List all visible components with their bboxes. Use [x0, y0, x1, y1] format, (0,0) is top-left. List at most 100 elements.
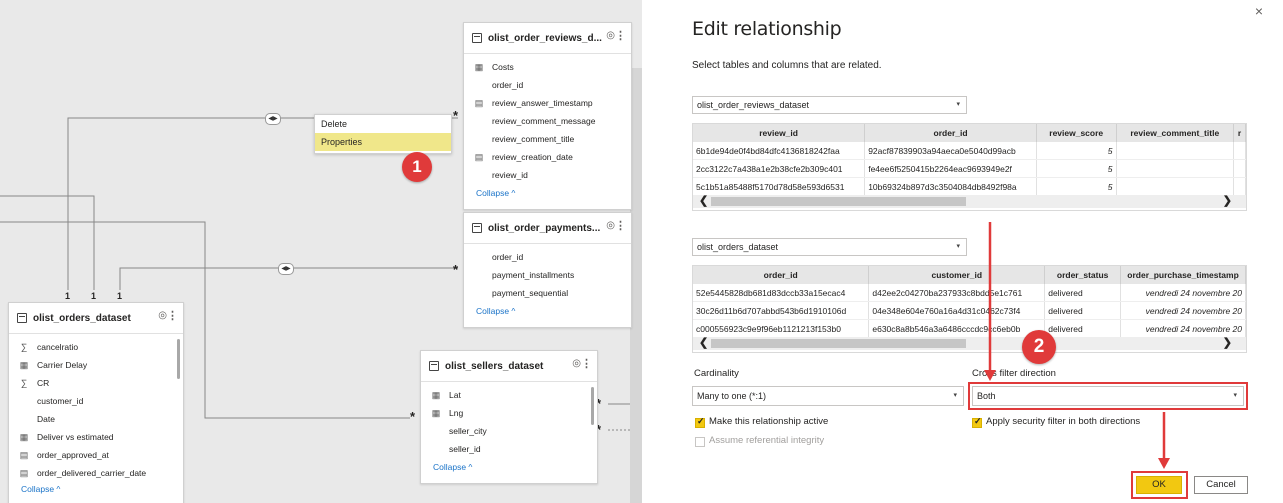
field-item[interactable]: ·review_id — [464, 166, 631, 184]
field-label: order_id — [492, 80, 524, 90]
cardinality-many-marker: * — [453, 262, 459, 277]
model-canvas[interactable]: ◀▶ ◀▶ * * * * * 1 1 1 olist_order_review… — [0, 0, 642, 503]
field-item[interactable]: ▦ Costs — [464, 58, 631, 76]
table-icon — [17, 313, 27, 323]
table-icon — [472, 223, 482, 233]
field-label: seller_city — [449, 426, 487, 436]
field-item[interactable]: ·payment_sequential — [464, 284, 631, 302]
field-item[interactable]: ▤ review_answer_timestamp — [464, 94, 631, 112]
field-label: review_comment_title — [492, 134, 575, 144]
field-label: Costs — [492, 62, 514, 72]
table-name: olist_order_reviews_d... — [488, 32, 602, 44]
field-item[interactable]: ▦ Deliver vs estimated — [9, 428, 183, 446]
table-icon — [472, 33, 482, 43]
table-name: olist_order_payments... — [488, 222, 601, 234]
table-icon: ▦ — [431, 407, 441, 418]
field-item[interactable]: ▦ Carrier Delay — [9, 356, 183, 374]
field-label: customer_id — [37, 396, 84, 406]
field-item[interactable]: ▤ order_approved_at — [9, 446, 183, 464]
sigma-icon: ∑ — [20, 342, 28, 352]
field-list: ∑ cancelratio ▦ Carrier Delay ∑ CR ·customer_i… — [9, 334, 183, 482]
sigma-icon: ∑ — [20, 378, 28, 388]
table-card-payments[interactable]: olist_order_payments... ◎ ⋮ ·order_id·pa… — [463, 212, 632, 328]
field-item[interactable]: ·Date — [9, 410, 183, 428]
cardinality-one-marker: 1 — [91, 291, 97, 301]
field-list: ▦ Lat ▦ Lng ·seller_city·seller_id — [421, 382, 597, 458]
relationship-line-other — [0, 195, 95, 290]
field-list: ·order_id·payment_installments·payment_s… — [464, 244, 631, 302]
collapse-link[interactable]: Collapse ^ — [9, 484, 183, 494]
crossfilter-both-icon[interactable]: ◀▶ — [278, 263, 294, 275]
collapse-link[interactable]: Collapse ^ — [421, 462, 597, 472]
table-icon: ▦ — [19, 431, 29, 442]
annotation-arrows — [984, 222, 1170, 469]
context-menu: Delete Properties — [314, 114, 452, 154]
field-label: order_id — [492, 252, 524, 262]
field-label: payment_sequential — [492, 288, 569, 298]
visibility-icon[interactable]: ◎ — [158, 310, 167, 321]
table-name: olist_orders_dataset — [33, 312, 131, 324]
field-label: Deliver vs estimated — [37, 432, 114, 442]
field-item[interactable]: ·review_comment_message — [464, 112, 631, 130]
field-item[interactable]: ·payment_installments — [464, 266, 631, 284]
collapse-link[interactable]: Collapse ^ — [464, 188, 631, 198]
field-label: review_id — [492, 170, 528, 180]
annotation-badge-1: 1 — [402, 152, 432, 182]
edit-relationship-dialog: Edit relationship Select tables and colu… — [642, 0, 1283, 503]
calendar-icon: ▤ — [19, 467, 29, 478]
more-options-icon[interactable]: ⋮ — [581, 357, 592, 370]
collapse-link[interactable]: Collapse ^ — [464, 306, 631, 316]
more-options-icon[interactable]: ⋮ — [615, 219, 626, 232]
table-card-reviews[interactable]: olist_order_reviews_d... ◎ ⋮ ▦ Costs ·orde… — [463, 22, 632, 210]
field-label: payment_installments — [492, 270, 575, 280]
menu-item-properties[interactable]: Properties — [315, 133, 451, 151]
calendar-icon: ▤ — [474, 151, 484, 162]
field-item[interactable]: ·seller_city — [421, 422, 597, 440]
more-options-icon[interactable]: ⋮ — [615, 29, 626, 42]
calendar-icon: ▤ — [19, 449, 29, 460]
field-item[interactable]: ∑ CR — [9, 374, 183, 392]
visibility-icon[interactable]: ◎ — [606, 220, 615, 231]
calendar-icon: ▤ — [474, 97, 484, 108]
field-label: Date — [37, 414, 55, 424]
field-item[interactable]: ·seller_id — [421, 440, 597, 458]
field-item[interactable]: ·review_comment_title — [464, 130, 631, 148]
annotation-badge-2: 2 — [1022, 330, 1056, 364]
field-item[interactable]: ▤ order_delivered_carrier_date — [9, 464, 183, 482]
field-item[interactable]: ·order_id — [464, 248, 631, 266]
field-scrollbar[interactable] — [591, 387, 594, 425]
visibility-icon[interactable]: ◎ — [572, 358, 581, 369]
field-label: CR — [37, 378, 50, 388]
field-label: review_answer_timestamp — [492, 98, 593, 108]
more-options-icon[interactable]: ⋮ — [167, 309, 178, 322]
crossfilter-both-icon[interactable]: ◀▶ — [265, 113, 281, 125]
table-icon — [429, 361, 439, 371]
field-label: order_delivered_carrier_date — [37, 468, 147, 478]
field-label: review_comment_message — [492, 116, 596, 126]
table-card-sellers[interactable]: olist_sellers_dataset ◎ ⋮ ▦ Lat ▦ Lng ·selle… — [420, 350, 598, 484]
table-card-orders[interactable]: olist_orders_dataset ◎ ⋮ ∑ cancelratio ▦ Ca… — [8, 302, 184, 503]
table-icon: ▦ — [431, 389, 441, 400]
menu-item-delete[interactable]: Delete — [315, 115, 451, 133]
field-item[interactable]: ▤ review_creation_date — [464, 148, 631, 166]
visibility-icon[interactable]: ◎ — [606, 30, 615, 41]
cardinality-many-marker: * — [410, 409, 416, 424]
field-item[interactable]: ∑ cancelratio — [9, 338, 183, 356]
field-label: Lat — [449, 390, 461, 400]
cardinality-many-marker: * — [453, 108, 459, 123]
table-name: olist_sellers_dataset — [445, 360, 544, 372]
table-icon: ▦ — [19, 359, 29, 370]
field-list: ▦ Costs ·order_id ▤ review_answer_timestamp ·… — [464, 54, 631, 184]
field-label: cancelratio — [37, 342, 79, 352]
field-item[interactable]: ▦ Lat — [421, 386, 597, 404]
field-label: order_approved_at — [37, 450, 109, 460]
cardinality-one-marker: 1 — [117, 291, 123, 301]
cardinality-one-marker: 1 — [65, 291, 71, 301]
field-label: seller_id — [449, 444, 481, 454]
field-item[interactable]: ·order_id — [464, 76, 631, 94]
field-label: Lng — [449, 408, 464, 418]
field-item[interactable]: ·customer_id — [9, 392, 183, 410]
field-label: review_creation_date — [492, 152, 573, 162]
field-item[interactable]: ▦ Lng — [421, 404, 597, 422]
field-scrollbar[interactable] — [177, 339, 180, 379]
